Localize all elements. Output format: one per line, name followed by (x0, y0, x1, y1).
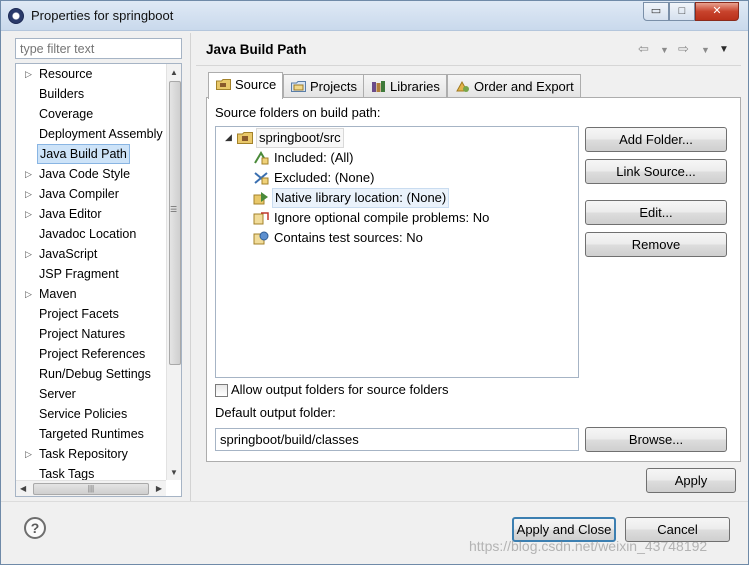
expand-arrow-icon[interactable]: ▷ (25, 244, 32, 264)
tree-horizontal-scrollbar[interactable]: ◀ ||| ▶ (16, 480, 166, 496)
libraries-icon (372, 81, 385, 92)
tab-libraries[interactable]: Libraries (363, 74, 447, 98)
minimize-button[interactable]: ▭ (643, 2, 669, 21)
ignore-problems-icon (253, 212, 269, 225)
link-source-button[interactable]: Link Source... (585, 159, 727, 184)
expand-arrow-icon[interactable]: ▷ (25, 444, 32, 464)
source-folder-icon (216, 79, 231, 90)
maximize-button[interactable]: □ (669, 2, 695, 21)
sidebar-item-label: Project Natures (39, 327, 126, 341)
tree-vertical-scrollbar[interactable]: ▲ ☰ ▼ (166, 64, 181, 480)
tab-projects[interactable]: Projects (283, 74, 364, 98)
package-folder-icon (237, 132, 253, 144)
sidebar-item-label: Coverage (39, 107, 94, 121)
edit-button[interactable]: Edit... (585, 200, 727, 225)
view-menu-icon[interactable]: ▼ (719, 44, 729, 55)
forward-dropdown-icon[interactable]: ▼ (701, 45, 710, 55)
sidebar-item-label: Targeted Runtimes (39, 427, 144, 441)
sidebar-item-label: JSP Fragment (39, 267, 119, 281)
help-icon[interactable]: ? (24, 517, 46, 539)
hscrollbar-thumb[interactable]: ||| (33, 483, 149, 495)
sidebar-item-label: JavaScript (39, 247, 98, 261)
scroll-down-arrow-icon[interactable]: ▼ (170, 468, 178, 477)
sidebar-item-label: Deployment Assembly (39, 127, 163, 141)
tab-order-and-export[interactable]: Order and Export (447, 74, 581, 98)
source-folders-tree[interactable] (215, 126, 579, 378)
test-sources-icon (253, 231, 269, 245)
title-bar: Properties for springboot ▭ □ ✕ (1, 1, 748, 31)
projects-icon (291, 81, 306, 92)
sidebar-item-label: Javadoc Location (39, 227, 137, 241)
sidebar-item-label: Resource (39, 67, 93, 81)
scrollbar-thumb[interactable] (169, 81, 181, 365)
window-title: Properties for springboot (31, 8, 174, 23)
default-output-folder-label: Default output folder: (215, 405, 336, 420)
sidebar-item-label: Task Repository (39, 447, 128, 461)
header-separator (196, 65, 741, 66)
sidebar-item-label: Server (39, 387, 76, 401)
collapse-arrow-icon[interactable]: ◢ (225, 132, 232, 143)
sidebar-item-label: Java Build Path (37, 144, 130, 164)
apply-button[interactable]: Apply (646, 468, 736, 493)
allow-output-folders-checkbox[interactable] (215, 384, 228, 397)
scroll-left-arrow-icon[interactable]: ◀ (20, 484, 26, 493)
properties-dialog: Properties for springboot ▭ □ ✕ ▷ Resourc… (0, 0, 749, 565)
expand-arrow-icon[interactable]: ▷ (25, 164, 32, 184)
expand-arrow-icon[interactable]: ▷ (25, 184, 32, 204)
scroll-up-arrow-icon[interactable]: ▲ (170, 68, 178, 77)
sidebar-item-label: Java Compiler (39, 187, 119, 201)
filter-input[interactable] (15, 38, 182, 59)
close-button[interactable]: ✕ (695, 2, 739, 21)
browse-button[interactable]: Browse... (585, 427, 727, 452)
included-icon (254, 151, 269, 165)
allow-output-folders-label[interactable]: Allow output folders for source folders (231, 382, 449, 397)
sidebar-item-label: Project Facets (39, 307, 119, 321)
property-page-tree: ▷ Resource Builders Coverage Deployment Asse… (15, 63, 182, 497)
back-dropdown-icon[interactable]: ▼ (660, 45, 669, 55)
native-library-icon (253, 192, 268, 205)
sidebar-item-label: Run/Debug Settings (39, 367, 151, 381)
page-title: Java Build Path (206, 42, 307, 57)
tab-source[interactable]: Source (208, 72, 284, 99)
forward-arrow-icon[interactable]: ⇨ (678, 41, 689, 57)
expand-arrow-icon[interactable]: ▷ (25, 204, 32, 224)
pane-divider[interactable] (190, 33, 191, 501)
expand-arrow-icon[interactable]: ▷ (25, 64, 32, 84)
eclipse-app-icon (8, 8, 24, 24)
footer-separator (1, 501, 748, 502)
add-folder-button[interactable]: Add Folder... (585, 127, 727, 152)
default-output-folder-field[interactable]: springboot/build/classes (215, 428, 579, 451)
order-export-icon (456, 80, 469, 92)
remove-button[interactable]: Remove (585, 232, 727, 257)
source-folders-label: Source folders on build path: (215, 105, 381, 120)
sidebar-item-label: Java Editor (39, 207, 102, 221)
sidebar-item-label: Service Policies (39, 407, 128, 421)
sidebar-item-label: Builders (39, 87, 85, 101)
sidebar-item-label: Maven (39, 287, 77, 301)
watermark-text: https://blog.csdn.net/weixin_43748192 (469, 538, 708, 554)
expand-arrow-icon[interactable]: ▷ (25, 284, 32, 304)
scroll-right-arrow-icon[interactable]: ▶ (156, 484, 162, 493)
scroll-grip-icon: ☰ (170, 205, 178, 214)
back-arrow-icon[interactable]: ⇦ (638, 41, 649, 57)
sidebar-item-label: Java Code Style (39, 167, 131, 181)
excluded-icon (254, 172, 269, 185)
sidebar-item-label: Project References (39, 347, 146, 361)
